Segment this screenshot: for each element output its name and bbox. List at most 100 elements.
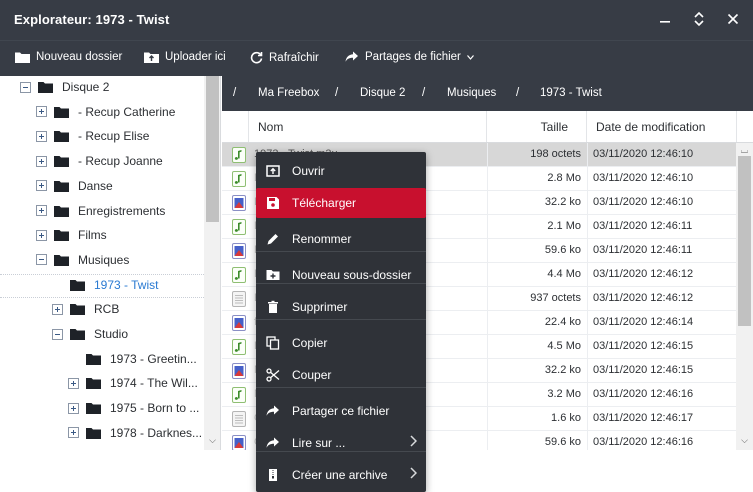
tree-item[interactable]: Musiques	[36, 249, 129, 271]
context-menu-item-label: Supprimer	[292, 300, 348, 314]
archive-icon	[269, 469, 277, 481]
column-divider	[587, 407, 588, 431]
tree-item[interactable]: - Recup Catherine	[36, 101, 175, 123]
tree-item-label: Enregistrements	[78, 203, 166, 218]
header-icon-column	[222, 111, 249, 142]
context-menu-item-label: Renommer	[292, 232, 352, 246]
tree-item[interactable]: RCB	[52, 298, 119, 320]
context-menu-item[interactable]: Partager ce fichier	[256, 396, 426, 426]
tree-item[interactable]: 1975 - Born to ...	[68, 397, 199, 419]
minimize-icon	[660, 21, 670, 23]
context-menu-item[interactable]: Supprimer	[256, 292, 426, 322]
breadcrumb-item[interactable]: 1973 - Twist	[540, 87, 602, 99]
expand-plus-icon[interactable]	[68, 427, 79, 439]
context-menu-item[interactable]: Renommer	[256, 224, 426, 254]
file-date: 03/11/2020 12:46:10	[593, 148, 694, 160]
image-file-icon	[232, 315, 246, 331]
breadcrumb-item[interactable]: Disque 2	[360, 87, 405, 99]
close-icon	[727, 13, 739, 25]
context-menu-item[interactable]: Nouveau sous-dossier	[256, 260, 426, 290]
folder-upload-icon	[144, 52, 159, 63]
tree-item[interactable]: 1974 - The Wil...	[68, 372, 198, 394]
upload-button[interactable]: Uploader ici	[144, 51, 226, 63]
breadcrumb-item[interactable]: Musiques	[447, 87, 496, 99]
context-menu-divider	[256, 283, 426, 284]
new-folder-button[interactable]: Nouveau dossier	[15, 51, 122, 63]
column-header-date[interactable]: Date de modification	[587, 111, 737, 142]
close-button[interactable]	[722, 8, 744, 30]
open-icon	[266, 165, 280, 177]
folder-icon	[15, 52, 30, 63]
tree-item-label: Musiques	[78, 252, 130, 267]
collapse-minus-icon[interactable]	[52, 328, 63, 340]
context-menu-item-label: Nouveau sous-dossier	[292, 268, 412, 282]
tree-item[interactable]: Studio	[52, 323, 128, 345]
tree-item[interactable]: Films	[36, 224, 107, 246]
expand-plus-icon[interactable]	[36, 205, 47, 216]
folder-icon	[86, 378, 101, 390]
expand-plus-icon[interactable]	[68, 402, 79, 414]
context-menu-item[interactable]: Créer une archive	[256, 460, 426, 490]
file-date: 03/11/2020 12:46:12	[593, 292, 694, 304]
file-date: 03/11/2020 12:46:16	[593, 388, 694, 400]
folder-icon	[86, 353, 101, 365]
tree-item[interactable]: Disque 2	[20, 76, 109, 98]
refresh-button[interactable]: Rafraîchir	[250, 51, 319, 64]
expand-plus-icon[interactable]	[36, 229, 47, 241]
collapse-minus-icon[interactable]	[36, 254, 47, 266]
context-menu-item[interactable]: Télécharger	[256, 188, 426, 218]
column-size-label: Taille	[540, 119, 568, 134]
column-divider	[587, 191, 588, 215]
scroll-down-icon[interactable]: ⌵	[740, 435, 749, 446]
file-date: 03/11/2020 12:46:15	[593, 364, 694, 376]
tree-item-label: Danse	[78, 178, 113, 193]
folder-icon	[70, 304, 85, 316]
tree-item[interactable]: - Recup Elise	[36, 125, 149, 147]
column-divider	[587, 335, 588, 359]
audio-file-icon	[232, 219, 246, 235]
file-list-scrollbar[interactable]: ⌴ ⌵	[736, 143, 753, 450]
scissors-icon	[266, 368, 280, 382]
scroll-up-icon[interactable]: ⌴	[740, 145, 749, 156]
column-divider	[587, 287, 588, 311]
breadcrumb-item[interactable]: Ma Freebox	[258, 87, 319, 99]
chevron-down-icon	[466, 54, 474, 60]
column-header-size[interactable]: Taille	[487, 111, 587, 142]
tree-item[interactable]: 1973 - Twist	[52, 274, 158, 296]
window-title: Explorateur: 1973 - Twist	[14, 12, 170, 27]
context-menu-item-label: Couper	[292, 368, 332, 382]
expand-plus-icon[interactable]	[36, 130, 47, 142]
tree-item[interactable]: - Recup Joanne	[36, 150, 163, 172]
expand-plus-icon[interactable]	[36, 106, 47, 118]
tree-item[interactable]: Danse	[36, 175, 113, 197]
tree-scrollbar[interactable]: ⌵	[204, 76, 220, 450]
column-header-name[interactable]: Nom	[249, 111, 487, 142]
minimize-button[interactable]	[654, 8, 676, 30]
expand-plus-icon[interactable]	[36, 155, 47, 167]
file-size: 2.1 Mo	[547, 220, 581, 232]
toolbar: Nouveau dossier Uploader ici Rafraîchir …	[0, 40, 753, 76]
tree-item[interactable]: Enregistrements	[36, 200, 165, 222]
context-menu-item[interactable]: Copier	[256, 328, 426, 358]
context-menu-item[interactable]: Ouvrir	[256, 156, 426, 186]
tree-item[interactable]: 1973 - Greetin...	[68, 348, 197, 370]
context-menu-item[interactable]: Couper	[256, 360, 426, 390]
folder-icon	[70, 329, 85, 340]
expand-plus-icon[interactable]	[52, 303, 63, 315]
context-menu-item-label: Lire sur ...	[292, 436, 346, 450]
share-dropdown-button[interactable]: Partages de fichier	[345, 51, 474, 63]
image-file-icon	[232, 243, 246, 259]
image-file-icon	[232, 363, 246, 379]
expand-plus-icon[interactable]	[36, 180, 47, 192]
expand-plus-icon[interactable]	[68, 377, 79, 389]
folder-tree: Disque 2 - Recup Catherine - Recup Elise - …	[0, 76, 221, 450]
collapse-minus-icon[interactable]	[20, 81, 31, 93]
tree-item[interactable]: 1978 - Darknes...	[68, 422, 202, 444]
share-icon	[266, 437, 279, 448]
scroll-down-icon[interactable]: ⌵	[208, 435, 217, 446]
maximize-button[interactable]	[688, 8, 710, 30]
context-menu-item[interactable]: Lire sur ...	[256, 428, 426, 458]
file-list-scrollbar-thumb[interactable]	[738, 156, 751, 326]
tree-scrollbar-thumb[interactable]	[206, 76, 219, 222]
column-date-label: Date de modification	[596, 119, 706, 134]
